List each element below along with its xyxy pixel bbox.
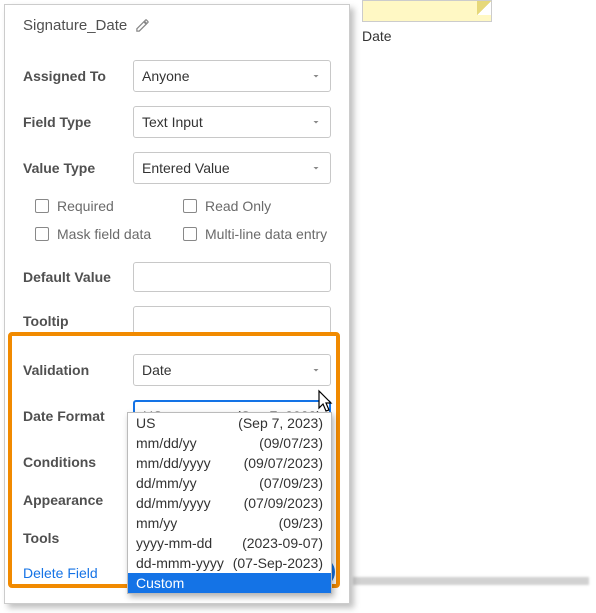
date-format-option-ddmmyy[interactable]: dd/mm/yy (07/09/23)	[128, 473, 331, 493]
required-label: Required	[57, 198, 114, 214]
date-format-option-mmyy[interactable]: mm/yy (09/23)	[128, 513, 331, 533]
date-format-option-us[interactable]: US (Sep 7, 2023)	[128, 413, 331, 433]
date-format-option-mmddyy[interactable]: mm/dd/yy (09/07/23)	[128, 433, 331, 453]
field-type-select[interactable]: Text Input	[133, 106, 331, 138]
appearance-label: Appearance	[23, 492, 103, 508]
tooltip-label: Tooltip	[23, 313, 133, 329]
tools-section[interactable]: Tools	[23, 530, 123, 546]
default-value-input[interactable]	[133, 262, 331, 292]
field-preview-sticky[interactable]	[362, 0, 492, 22]
value-type-select[interactable]: Entered Value	[133, 152, 331, 184]
multiline-label: Multi-line data entry	[205, 226, 327, 242]
date-format-dropdown: US (Sep 7, 2023) mm/dd/yy (09/07/23) mm/…	[127, 412, 332, 594]
chevron-down-icon	[310, 162, 322, 174]
multiline-checkbox[interactable]	[183, 227, 197, 241]
chevron-down-icon	[310, 364, 322, 376]
required-checkbox[interactable]	[35, 199, 49, 213]
field-name: Signature_Date	[23, 17, 127, 34]
field-type-value: Text Input	[142, 114, 203, 130]
date-format-label: Date Format	[23, 408, 133, 424]
field-preview-label: Date	[362, 28, 492, 44]
tooltip-input[interactable]	[133, 306, 331, 336]
chevron-down-icon	[310, 70, 322, 82]
validation-select[interactable]: Date	[133, 354, 331, 386]
mask-checkbox[interactable]	[35, 227, 49, 241]
date-format-option-ddmmmyyyy[interactable]: dd-mmm-yyyy (07-Sep-2023)	[128, 553, 331, 573]
date-format-option-yyyymmdd[interactable]: yyyy-mm-dd (2023-09-07)	[128, 533, 331, 553]
pencil-icon[interactable]	[135, 18, 150, 33]
assigned-to-value: Anyone	[142, 68, 189, 84]
read-only-label: Read Only	[205, 198, 271, 214]
assigned-to-label: Assigned To	[23, 68, 133, 84]
date-format-option-mmddyyyy[interactable]: mm/dd/yyyy (09/07/2023)	[128, 453, 331, 473]
field-type-label: Field Type	[23, 114, 133, 130]
value-type-value: Entered Value	[142, 160, 230, 176]
appearance-section[interactable]: Appearance	[23, 492, 123, 508]
date-format-option-ddmmyyyy[interactable]: dd/mm/yyyy (07/09/2023)	[128, 493, 331, 513]
date-format-option-custom[interactable]: Custom	[128, 573, 331, 593]
validation-label: Validation	[23, 362, 133, 378]
chevron-down-icon	[310, 116, 322, 128]
read-only-checkbox[interactable]	[183, 199, 197, 213]
assigned-to-select[interactable]: Anyone	[133, 60, 331, 92]
delete-field-link[interactable]: Delete Field	[23, 565, 98, 581]
conditions-label: Conditions	[23, 454, 96, 470]
value-type-label: Value Type	[23, 160, 133, 176]
tools-label: Tools	[23, 530, 59, 546]
decorative-shadow	[353, 577, 589, 585]
conditions-section[interactable]: Conditions	[23, 454, 123, 470]
validation-value: Date	[142, 362, 172, 378]
default-value-label: Default Value	[23, 269, 133, 285]
mask-label: Mask field data	[57, 226, 151, 242]
